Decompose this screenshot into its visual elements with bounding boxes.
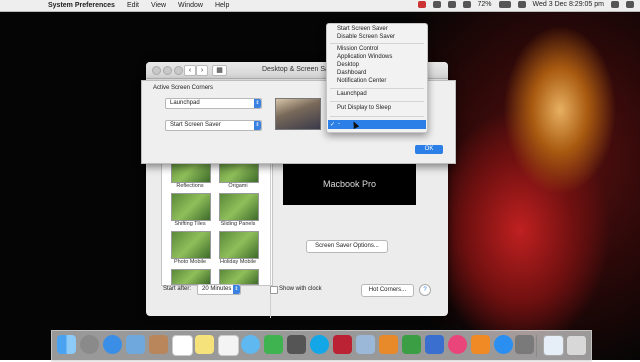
bottom-left-corner-dropdown[interactable]: Start Screen Saver ⇕ xyxy=(165,120,262,131)
notes-icon[interactable] xyxy=(195,335,214,354)
preview-icon[interactable] xyxy=(356,335,375,354)
menu-edit[interactable]: Edit xyxy=(127,2,139,9)
bottom-left-corner-value: Start Screen Saver xyxy=(170,122,221,128)
chevron-updown-icon: ⇕ xyxy=(233,285,240,294)
menu-item-disable-screen-saver[interactable]: Disable Screen Saver xyxy=(337,34,395,40)
holiday-mobile-thumbnail[interactable] xyxy=(219,231,259,259)
menu-help[interactable]: Help xyxy=(215,2,229,9)
wifi-icon[interactable] xyxy=(517,1,526,8)
document-icon[interactable] xyxy=(543,335,564,356)
app-store-icon[interactable] xyxy=(494,335,513,354)
start-after-label: Start after: xyxy=(163,286,192,292)
notification-center-icon[interactable] xyxy=(626,1,634,8)
launchpad-icon[interactable] xyxy=(80,335,99,354)
menu-view[interactable]: View xyxy=(151,2,166,9)
mail-icon[interactable] xyxy=(126,335,145,354)
battery-percent[interactable]: 72% xyxy=(478,1,492,8)
menu-item-none-selected[interactable]: ✓ - xyxy=(328,120,426,129)
menu-app-name[interactable]: System Preferences xyxy=(48,2,115,9)
spotlight-icon[interactable] xyxy=(611,1,619,8)
menu-bar: System Preferences Edit View Window Help… xyxy=(0,0,640,12)
minimize-window-icon[interactable] xyxy=(163,66,172,75)
menu-separator xyxy=(330,116,424,117)
hot-corners-button[interactable]: Hot Corners... xyxy=(361,284,414,297)
safari-icon[interactable] xyxy=(103,335,122,354)
sliding-panels-thumbnail[interactable] xyxy=(219,193,259,221)
photo-mobile-thumbnail[interactable] xyxy=(171,231,211,259)
numbers-icon[interactable] xyxy=(402,335,421,354)
screen-saver-preview: Macbook Pro xyxy=(283,163,416,205)
menu-window[interactable]: Window xyxy=(178,2,203,9)
saver-label-origami: Origami xyxy=(228,183,248,189)
photo-icon[interactable] xyxy=(333,335,352,354)
chevron-updown-icon: ⇕ xyxy=(254,121,261,130)
finder-icon[interactable] xyxy=(57,335,76,354)
saver-label-shifting-tiles: Shifting Tiles xyxy=(174,221,206,227)
saver-thumbnail[interactable] xyxy=(171,269,211,285)
contacts-icon[interactable] xyxy=(149,335,168,354)
ok-button[interactable]: OK xyxy=(415,145,443,154)
system-preferences-icon[interactable] xyxy=(515,335,534,354)
saver-label-holiday-mobile: Holiday Mobile xyxy=(219,259,257,265)
skype-icon[interactable] xyxy=(310,335,329,354)
search-status-icon[interactable] xyxy=(432,1,441,8)
menu-item-start-screen-saver[interactable]: Start Screen Saver xyxy=(337,26,388,32)
help-icon[interactable]: ? xyxy=(419,284,431,296)
zoom-window-icon[interactable] xyxy=(174,66,183,75)
menu-item-application-windows[interactable]: Application Windows xyxy=(337,54,392,60)
menu-item-launchpad[interactable]: Launchpad xyxy=(337,91,367,97)
shifting-tiles-thumbnail[interactable] xyxy=(171,193,211,221)
hot-corner-menu: Start Screen Saver Disable Screen Saver … xyxy=(326,23,428,133)
desktop-preview-image xyxy=(275,98,321,130)
screen-saver-options-button[interactable]: Screen Saver Options... xyxy=(306,240,388,253)
start-after-dropdown[interactable]: 20 Minutes ⇕ xyxy=(197,284,241,295)
menu-clock[interactable]: Wed 3 Dec 8:29:05 pm xyxy=(533,1,604,8)
panel-divider xyxy=(270,158,271,318)
menu-item-none-label: - xyxy=(338,121,340,127)
show-clock-checkbox[interactable] xyxy=(270,286,278,294)
reminders-icon[interactable] xyxy=(218,335,239,356)
top-left-corner-dropdown[interactable]: Launchpad ⇕ xyxy=(165,98,262,109)
trash-icon[interactable] xyxy=(566,335,587,356)
menu-item-put-display-to-sleep[interactable]: Put Display to Sleep xyxy=(337,105,391,111)
saver-label-photo-mobile: Photo Mobile xyxy=(173,259,207,265)
menu-separator xyxy=(330,88,424,89)
menu-item-notification-center[interactable]: Notification Center xyxy=(337,78,386,84)
saver-thumbnail[interactable] xyxy=(219,269,259,285)
itunes-icon[interactable] xyxy=(448,335,467,354)
back-button[interactable]: ‹ xyxy=(184,65,196,76)
battery-icon[interactable] xyxy=(498,1,511,8)
top-left-corner-value: Launchpad xyxy=(170,100,200,106)
start-after-value: 20 Minutes xyxy=(202,286,232,292)
show-all-grid-icon[interactable]: ▦ xyxy=(212,65,227,76)
menu-separator xyxy=(330,101,424,102)
messages-icon[interactable] xyxy=(241,335,260,354)
saver-label-sliding-panels: Sliding Panels xyxy=(220,221,256,227)
dock-separator xyxy=(536,335,537,357)
close-window-icon[interactable] xyxy=(152,66,161,75)
sheet-title: Active Screen Corners xyxy=(153,85,214,91)
pages-icon[interactable] xyxy=(379,335,398,354)
saver-label-reflections: Reflections xyxy=(176,183,204,189)
forward-button[interactable]: › xyxy=(196,65,208,76)
screen-saver-list[interactable]: Reflections Origami Shifting Tiles Slidi… xyxy=(161,155,273,286)
menu-item-mission-control[interactable]: Mission Control xyxy=(337,46,378,52)
facetime-icon[interactable] xyxy=(264,335,283,354)
dock xyxy=(51,330,592,362)
menu-separator xyxy=(330,43,424,44)
photo-booth-icon[interactable] xyxy=(287,335,306,354)
menu-item-dashboard[interactable]: Dashboard xyxy=(337,70,366,76)
ibooks-icon[interactable] xyxy=(471,335,490,354)
checkmark-icon: ✓ xyxy=(330,122,336,128)
bluetooth-icon[interactable] xyxy=(447,1,456,8)
menu-item-desktop[interactable]: Desktop xyxy=(337,62,359,68)
calendar-icon[interactable] xyxy=(172,335,193,356)
time-machine-icon[interactable] xyxy=(462,1,471,8)
recording-icon[interactable] xyxy=(417,1,426,8)
show-clock-label: Show with clock xyxy=(279,286,322,292)
keynote-icon[interactable] xyxy=(425,335,444,354)
chevron-updown-icon: ⇕ xyxy=(254,99,261,108)
